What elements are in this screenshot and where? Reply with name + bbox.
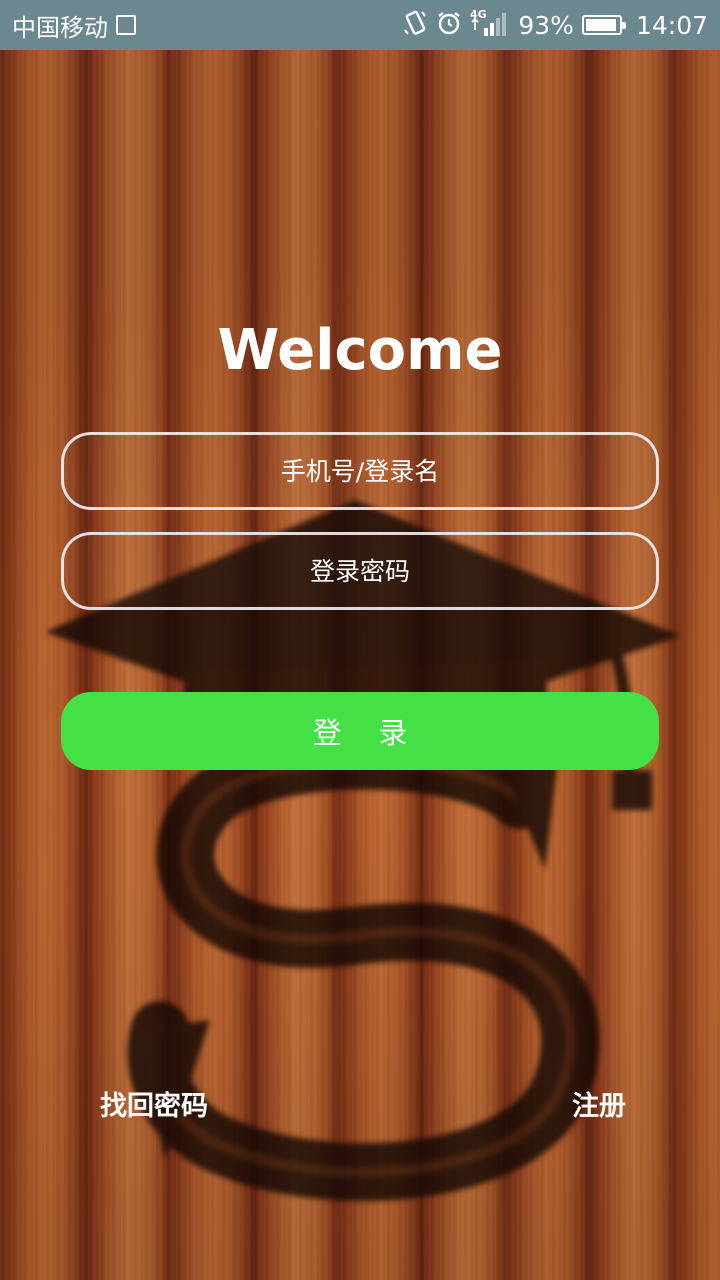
password-input[interactable]: [64, 535, 656, 607]
image-icon: [116, 15, 136, 35]
username-input[interactable]: [64, 435, 656, 507]
clock: 14:07: [635, 10, 708, 40]
login-button[interactable]: 登 录: [61, 692, 659, 770]
forgot-password-link[interactable]: 找回密码: [100, 1084, 208, 1123]
vibrate-icon: [402, 10, 428, 40]
register-link[interactable]: 注册: [572, 1084, 626, 1123]
login-screen: 中国移动 4G 93% 14:07 Welcome 手机号/登录名 登 录 找回…: [0, 0, 720, 1280]
alarm-icon: [436, 10, 462, 40]
password-field[interactable]: [61, 532, 659, 610]
status-bar-right: 4G 93% 14:07: [402, 8, 708, 42]
network-type-label: 4G: [470, 8, 487, 21]
battery-level-fill: [585, 19, 616, 31]
status-bar: 中国移动 4G 93% 14:07: [0, 0, 720, 50]
username-field[interactable]: [61, 432, 659, 510]
battery-percent: 93%: [518, 10, 574, 40]
battery-icon: [581, 15, 626, 35]
status-bar-left: 中国移动: [12, 8, 136, 43]
welcome-title: Welcome: [217, 318, 503, 383]
signal-icon: 4G: [470, 8, 510, 42]
carrier-name: 中国移动: [12, 13, 108, 42]
